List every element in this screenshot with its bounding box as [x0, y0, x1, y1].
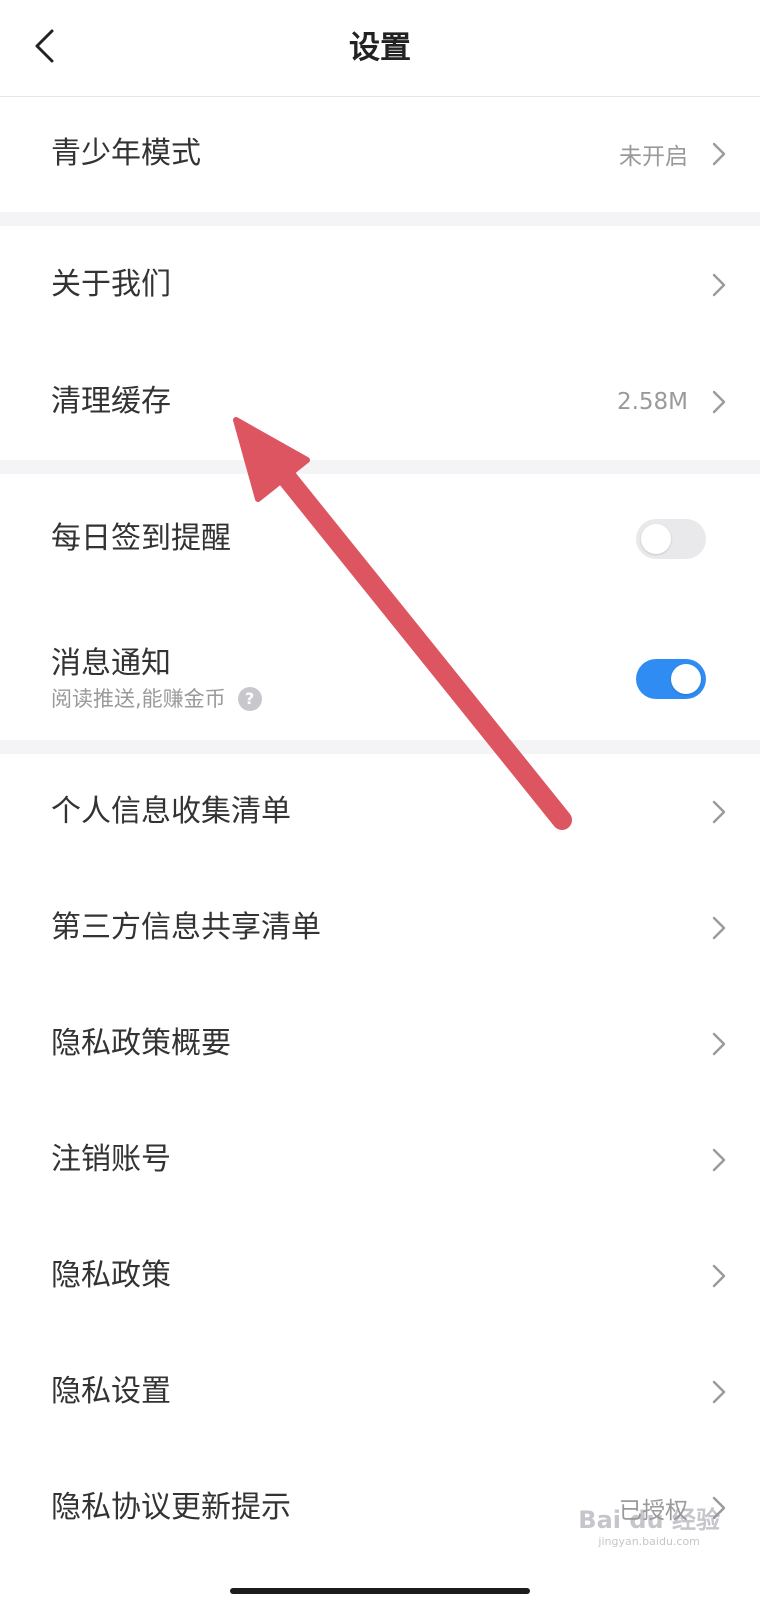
row-right: [712, 754, 726, 870]
message-notification-toggle[interactable]: [636, 659, 706, 699]
row-label: 注销账号: [51, 1142, 171, 1177]
row-label: 隐私设置: [51, 1374, 171, 1409]
row-label: 消息通知: [51, 646, 171, 681]
chevron-right-icon: [712, 142, 726, 166]
row-label: 第三方信息共享清单: [51, 910, 321, 945]
about-us-row[interactable]: 关于我们: [0, 226, 760, 344]
row-label: 青少年模式: [51, 136, 201, 171]
chevron-right-icon: [712, 390, 726, 414]
daily-checkin-row: 每日签到提醒: [0, 474, 760, 604]
row-label: 每日签到提醒: [51, 521, 231, 556]
chevron-right-icon: [712, 800, 726, 824]
row-right: [712, 226, 726, 344]
row-label: 隐私政策: [51, 1258, 171, 1293]
cache-size: 2.58M: [616, 389, 688, 415]
row-right: [712, 1218, 726, 1334]
group-separator: [0, 460, 760, 474]
page-title: 设置: [349, 30, 411, 66]
daily-checkin-toggle[interactable]: [636, 519, 706, 559]
message-notification-row: 消息通知 阅读推送,能赚金币 ?: [0, 604, 760, 754]
watermark-logo: Bai du 经验: [578, 1506, 720, 1534]
row-text: 消息通知 阅读推送,能赚金币 ?: [51, 644, 262, 714]
teen-mode-row[interactable]: 青少年模式 未开启: [0, 96, 760, 212]
chevron-right-icon: [712, 1148, 726, 1172]
watermark: Bai du 经验 jingyan.baidu.com: [578, 1500, 720, 1548]
group-separator: [0, 740, 760, 754]
watermark-url: jingyan.baidu.com: [598, 1535, 700, 1548]
row-label: 隐私政策概要: [51, 1026, 231, 1061]
row-label: 关于我们: [51, 267, 171, 302]
chevron-right-icon: [712, 1380, 726, 1404]
privacy-summary-row[interactable]: 隐私政策概要: [0, 986, 760, 1102]
row-right: 未开启: [619, 96, 726, 212]
clear-cache-row[interactable]: 清理缓存 2.58M: [0, 344, 760, 460]
row-right: [712, 986, 726, 1102]
row-right: [712, 1102, 726, 1218]
row-subtitle-wrap: 阅读推送,能赚金币 ?: [51, 684, 262, 714]
privacy-policy-row[interactable]: 隐私政策: [0, 1218, 760, 1334]
header-bar: 设置: [0, 0, 760, 97]
chevron-right-icon: [712, 1032, 726, 1056]
teen-mode-status: 未开启: [619, 144, 688, 170]
row-right: [712, 870, 726, 986]
row-label: 清理缓存: [51, 384, 171, 419]
row-subtitle: 阅读推送,能赚金币: [51, 687, 226, 711]
third-party-sharing-row[interactable]: 第三方信息共享清单: [0, 870, 760, 986]
toggle-knob: [641, 524, 671, 554]
delete-account-row[interactable]: 注销账号: [0, 1102, 760, 1218]
row-right: [712, 1334, 726, 1450]
personal-info-list-row[interactable]: 个人信息收集清单: [0, 754, 760, 870]
row-right: 2.58M: [617, 344, 726, 460]
toggle-knob: [671, 664, 701, 694]
row-label: 隐私协议更新提示: [51, 1490, 291, 1525]
privacy-settings-row[interactable]: 隐私设置: [0, 1334, 760, 1450]
home-indicator[interactable]: [230, 1588, 530, 1594]
chevron-right-icon: [712, 273, 726, 297]
chevron-right-icon: [712, 1264, 726, 1288]
chevron-right-icon: [712, 916, 726, 940]
group-separator: [0, 212, 760, 226]
help-icon[interactable]: ?: [237, 687, 262, 711]
row-label: 个人信息收集清单: [51, 794, 291, 829]
